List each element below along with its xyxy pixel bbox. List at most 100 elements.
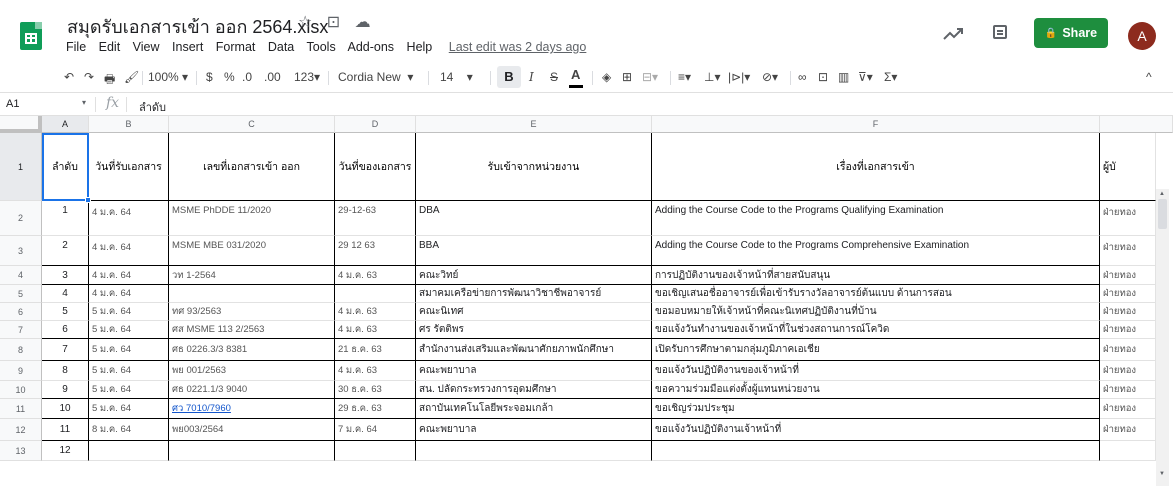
scrollbar-thumb[interactable] [1158,199,1167,229]
column-header-f[interactable]: F [652,116,1100,133]
menu-help[interactable]: Help [407,40,433,54]
cell-doc-number[interactable]: พย003/2564 [169,419,335,441]
paint-format-icon[interactable]: 🖌 [124,70,139,84]
cell-doc-number[interactable]: ศว 7010/7960 [169,399,335,419]
cloud-status-icon[interactable]: ☁ [355,14,371,31]
row-header-7[interactable]: 7 [0,321,42,339]
cell-order[interactable]: 7 [42,339,89,361]
menu-add-ons[interactable]: Add-ons [348,40,395,54]
last-edit-link[interactable]: Last edit was 2 days ago [449,40,587,54]
row-header-2[interactable]: 2 [0,201,42,236]
cell-doc-date[interactable] [335,285,416,303]
cell-doc-date[interactable]: 21 ธ.ค. 63 [335,339,416,361]
increase-decimal-button[interactable]: .00 [264,70,281,84]
column-header-b[interactable]: B [89,116,169,133]
scroll-down-icon[interactable]: ▼ [1159,471,1165,477]
star-icon[interactable]: ☆ [298,14,312,31]
cell-received-date[interactable]: 5 ม.ค. 64 [89,399,169,419]
row-header-3[interactable]: 3 [0,236,42,266]
cell-subject[interactable]: Adding the Course Code to the Programs C… [652,236,1100,266]
cell-received-date[interactable]: 5 ม.ค. 64 [89,339,169,361]
cell-subject[interactable]: ขอแจ้งวันปฏิบัติงานเจ้าหน้าที่ [652,419,1100,441]
cell-from-agency[interactable]: คณะพยาบาล [416,419,652,441]
cell-received-date[interactable]: 5 ม.ค. 64 [89,303,169,321]
column-header-g[interactable] [1100,116,1173,133]
menu-insert[interactable]: Insert [172,40,203,54]
undo-icon[interactable]: ↶ [64,70,74,84]
cell-recipient[interactable]: ฝ่ายทอง [1100,236,1156,266]
cell-order[interactable]: 5 [42,303,89,321]
cell-doc-date[interactable]: 30 ธ.ค. 63 [335,381,416,399]
menu-file[interactable]: File [66,40,86,54]
text-wrap-icon[interactable]: |⊳|▾ [728,70,750,84]
header-cell-doc-date[interactable]: วันที่ของเอกสาร [335,133,416,201]
sheets-logo-icon[interactable] [20,22,42,50]
cell-recipient[interactable]: ฝ่ายทอง [1100,419,1156,441]
column-header-c[interactable]: C [169,116,335,133]
vertical-align-icon[interactable]: ⊥▾ [704,70,720,84]
cell-from-agency[interactable]: DBA [416,201,652,236]
cell-from-agency[interactable]: BBA [416,236,652,266]
print-icon[interactable]: 🖶 [104,70,115,91]
fill-color-icon[interactable]: ◈ [602,70,611,84]
cell-received-date[interactable]: 5 ม.ค. 64 [89,321,169,339]
cell-received-date[interactable]: 5 ม.ค. 64 [89,361,169,381]
cell-doc-date[interactable]: 4 ม.ค. 63 [335,266,416,285]
cell-order[interactable]: 1 [42,201,89,236]
menu-edit[interactable]: Edit [99,40,121,54]
cell-order[interactable]: 10 [42,399,89,419]
functions-icon[interactable]: Σ▾ [884,70,897,84]
merge-cells-icon[interactable]: ⊟▾ [642,70,658,84]
cell-doc-number[interactable]: ศธ 0226.3/3 8381 [169,339,335,361]
header-cell-subject[interactable]: เรื่องที่เอกสารเข้า [652,133,1100,201]
cell-from-agency[interactable]: คณะนิเทศ [416,303,652,321]
filter-icon[interactable]: ⊽▾ [858,70,873,84]
cell-doc-number[interactable]: ศธ 0221.1/3 9040 [169,381,335,399]
chevron-down-icon[interactable]: ▾ [82,98,86,107]
insert-comment-icon[interactable]: ⊡ [818,70,828,84]
menu-data[interactable]: Data [268,40,294,54]
document-title[interactable]: สมุดรับเอกสารเข้า ออก 2564.xlsx [67,12,328,41]
cell-order[interactable]: 8 [42,361,89,381]
cell-received-date[interactable]: 4 ม.ค. 64 [89,201,169,236]
cell-recipient[interactable]: ฝ่ายทอง [1100,266,1156,285]
row-header-1[interactable]: 1 [0,133,42,201]
row-header-6[interactable]: 6 [0,303,42,321]
cell-order[interactable]: 12 [42,441,89,461]
cell-doc-date[interactable] [335,441,416,461]
cell-subject[interactable]: ขอมอบหมายให้เจ้าหน้าที่คณะนิเทศปฏิบัติงา… [652,303,1100,321]
cell-subject[interactable]: ขอแจ้งวันปฏิบัติงานของเจ้าหน้าที่ [652,361,1100,381]
cell-doc-number[interactable]: วท 1-2564 [169,266,335,285]
cell-from-agency[interactable] [416,441,652,461]
column-header-d[interactable]: D [335,116,416,133]
cell-order[interactable]: 2 [42,236,89,266]
cell-order[interactable]: 9 [42,381,89,399]
italic-button[interactable]: I [529,70,534,84]
row-header-13[interactable]: 13 [0,441,42,461]
cell-doc-number[interactable] [169,285,335,303]
cell-recipient[interactable]: ฝ่ายทอง [1100,399,1156,419]
currency-format-button[interactable]: $ [206,70,213,84]
cell-doc-number[interactable]: ศส MSME 113 2/2563 [169,321,335,339]
row-header-5[interactable]: 5 [0,285,42,303]
menu-format[interactable]: Format [216,40,256,54]
cell-recipient[interactable]: ฝ่ายทอง [1100,361,1156,381]
move-folder-icon[interactable]: ⊡ [327,14,340,31]
cell-received-date[interactable]: 4 ม.ค. 64 [89,266,169,285]
cell-doc-date[interactable]: 29 ธ.ค. 63 [335,399,416,419]
text-rotation-icon[interactable]: ⊘▾ [762,70,778,84]
cell-doc-number[interactable]: MSME MBE 031/2020 [169,236,335,266]
percent-format-button[interactable]: % [224,70,235,84]
header-cell-received-date[interactable]: วันที่รับเอกสาร [89,133,169,201]
cell-subject[interactable]: ขอแจ้งวันทำงานของเจ้าหน้าที่ในช่วงสถานกา… [652,321,1100,339]
cell-doc-date[interactable]: 29 12 63 [335,236,416,266]
cell-received-date[interactable] [89,441,169,461]
cell-subject[interactable]: ขอเชิญร่วมประชุม [652,399,1100,419]
name-box[interactable]: A1 [6,98,19,110]
column-header-a[interactable]: A [42,116,89,133]
cell-doc-date[interactable]: 7 ม.ค. 64 [335,419,416,441]
cell-doc-number[interactable]: พย 001/2563 [169,361,335,381]
row-header-11[interactable]: 11 [0,399,42,419]
cell-recipient[interactable]: ฝ่ายทอง [1100,201,1156,236]
cell-doc-date[interactable]: 4 ม.ค. 63 [335,303,416,321]
